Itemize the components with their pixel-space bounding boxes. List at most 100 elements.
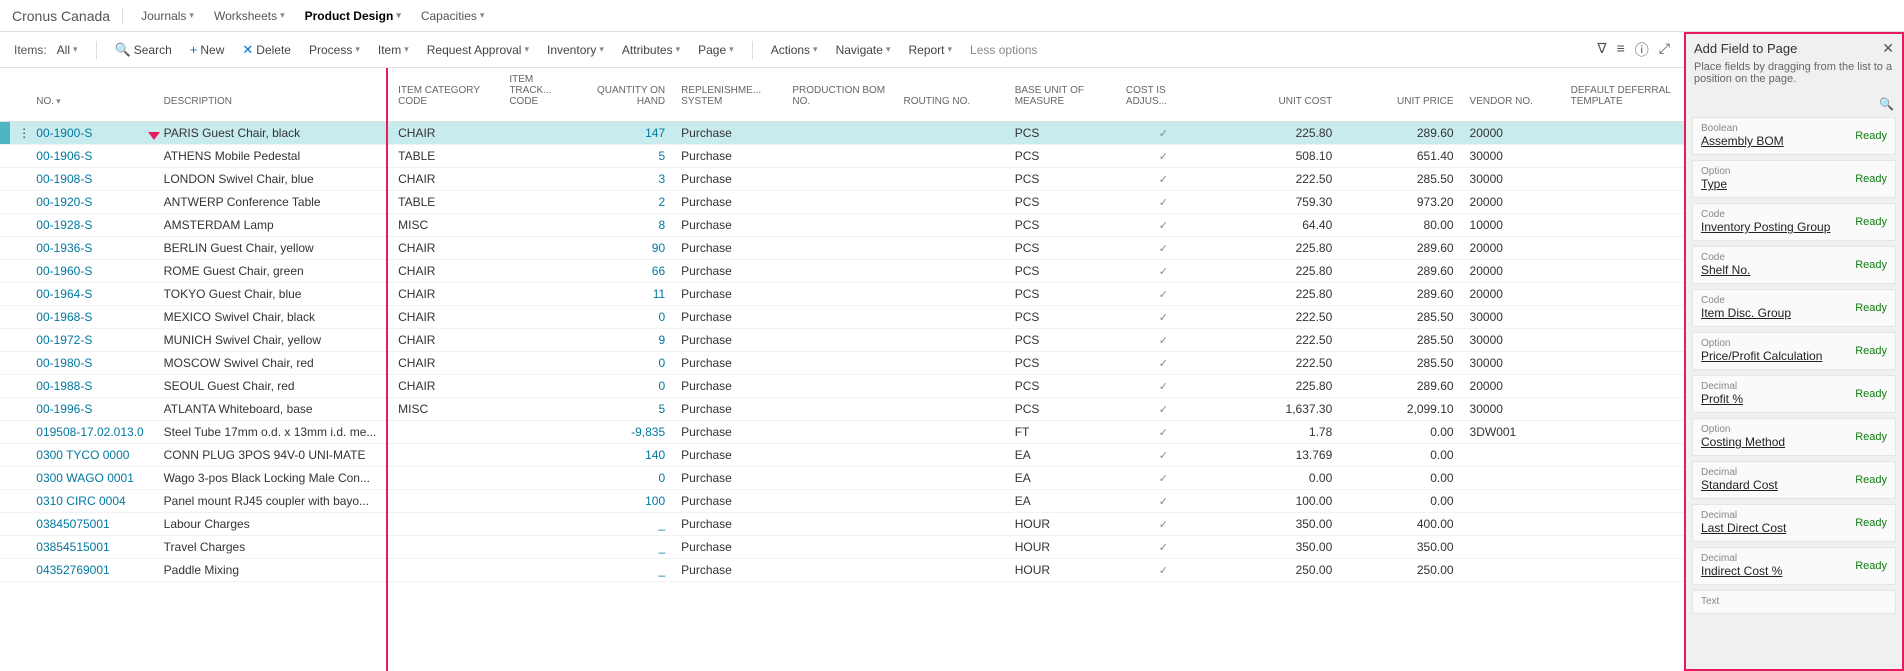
search-button[interactable]: 🔍Search [109, 38, 178, 62]
row-handle[interactable] [0, 237, 10, 260]
row-more-icon[interactable] [10, 214, 28, 237]
cell-no[interactable]: 00-1964-S [28, 283, 155, 306]
cell-no[interactable]: 00-1906-S [28, 145, 155, 168]
row-handle[interactable] [0, 329, 10, 352]
cell-no[interactable]: 0310 CIRC 0004 [28, 490, 155, 513]
col-vendor[interactable]: VENDOR NO. [1462, 68, 1563, 122]
row-handle[interactable] [0, 398, 10, 421]
row-more-icon[interactable] [10, 513, 28, 536]
cell-qty[interactable]: 0 [572, 306, 673, 329]
row-handle[interactable] [0, 444, 10, 467]
new-button[interactable]: +New [184, 38, 231, 61]
process-menu[interactable]: Process▾ [303, 39, 366, 61]
table-row[interactable]: 00-1980-SMOSCOW Swivel Chair, redCHAIR0P… [0, 352, 1684, 375]
list-icon[interactable]: ≡ [1617, 40, 1625, 60]
cell-no[interactable]: 00-1936-S [28, 237, 155, 260]
cell-no[interactable]: 00-1928-S [28, 214, 155, 237]
cell-qty[interactable]: 5 [572, 145, 673, 168]
cell-no[interactable]: 019508-17.02.013.0 [28, 421, 155, 444]
cell-no[interactable]: 03845075001 [28, 513, 155, 536]
row-handle[interactable] [0, 467, 10, 490]
filter-icon[interactable]: ∇ [1597, 40, 1606, 60]
row-handle[interactable] [0, 260, 10, 283]
cell-no[interactable]: 00-1960-S [28, 260, 155, 283]
col-item-category[interactable]: ITEM CATEGORY CODE [390, 68, 501, 122]
table-row[interactable]: 03845075001Labour Charges_PurchaseHOUR✓3… [0, 513, 1684, 536]
row-more-icon[interactable] [10, 260, 28, 283]
cell-qty[interactable]: 3 [572, 168, 673, 191]
field-card[interactable]: DecimalStandard CostReady [1692, 461, 1896, 499]
table-row[interactable]: 00-1936-SBERLIN Guest Chair, yellowCHAIR… [0, 237, 1684, 260]
col-prod-bom[interactable]: PRODUCTION BOM NO. [784, 68, 895, 122]
field-card[interactable]: OptionTypeReady [1692, 160, 1896, 198]
delete-button[interactable]: ✕Delete [236, 38, 297, 62]
cell-no[interactable]: 00-1968-S [28, 306, 155, 329]
less-options[interactable]: Less options [964, 39, 1043, 61]
cell-qty[interactable]: 9 [572, 329, 673, 352]
table-row[interactable]: 00-1972-SMUNICH Swivel Chair, yellowCHAI… [0, 329, 1684, 352]
row-handle[interactable] [0, 421, 10, 444]
report-menu[interactable]: Report▾ [902, 39, 958, 61]
search-icon[interactable]: 🔍 [1879, 97, 1894, 111]
cell-qty[interactable]: _ [572, 513, 673, 536]
row-more-icon[interactable] [10, 306, 28, 329]
field-card[interactable]: OptionCosting MethodReady [1692, 418, 1896, 456]
table-row[interactable]: 00-1906-SATHENS Mobile PedestalTABLE5Pur… [0, 145, 1684, 168]
col-deferral[interactable]: DEFAULT DEFERRAL TEMPLATE [1563, 68, 1684, 122]
row-more-icon[interactable] [10, 191, 28, 214]
field-card[interactable]: CodeInventory Posting GroupReady [1692, 203, 1896, 241]
cell-qty[interactable]: 2 [572, 191, 673, 214]
row-handle[interactable] [0, 122, 10, 145]
table-row[interactable]: 00-1988-SSEOUL Guest Chair, redCHAIR0Pur… [0, 375, 1684, 398]
field-card[interactable]: OptionPrice/Profit CalculationReady [1692, 332, 1896, 370]
cell-no[interactable]: 00-1900-S [28, 122, 155, 145]
row-handle[interactable] [0, 375, 10, 398]
row-handle[interactable] [0, 559, 10, 582]
row-handle[interactable] [0, 352, 10, 375]
request-approval-menu[interactable]: Request Approval▾ [421, 39, 535, 61]
col-unit-price[interactable]: UNIT PRICE [1340, 68, 1461, 122]
row-handle[interactable] [0, 191, 10, 214]
cell-qty[interactable]: 140 [572, 444, 673, 467]
table-row[interactable]: 019508-17.02.013.0Steel Tube 17mm o.d. x… [0, 421, 1684, 444]
col-routing[interactable]: ROUTING NO. [896, 68, 1007, 122]
cell-qty[interactable]: 8 [572, 214, 673, 237]
row-more-icon[interactable] [10, 559, 28, 582]
table-row[interactable]: 0300 WAGO 0001Wago 3-pos Black Locking M… [0, 467, 1684, 490]
field-card[interactable]: CodeShelf No.Ready [1692, 246, 1896, 284]
table-row[interactable]: 00-1996-SATLANTA Whiteboard, baseMISC5Pu… [0, 398, 1684, 421]
cell-no[interactable]: 00-1908-S [28, 168, 155, 191]
cell-no[interactable]: 04352769001 [28, 559, 155, 582]
row-handle[interactable] [0, 283, 10, 306]
row-more-icon[interactable] [10, 329, 28, 352]
row-handle[interactable] [0, 513, 10, 536]
row-more-icon[interactable] [10, 237, 28, 260]
table-row[interactable]: 00-1960-SROME Guest Chair, greenCHAIR66P… [0, 260, 1684, 283]
cell-qty[interactable]: 147 [572, 122, 673, 145]
cell-qty[interactable]: 100 [572, 490, 673, 513]
row-more-icon[interactable] [10, 283, 28, 306]
table-row[interactable]: 00-1968-SMEXICO Swivel Chair, blackCHAIR… [0, 306, 1684, 329]
table-row[interactable]: ⋮00-1900-SPARIS Guest Chair, blackCHAIR1… [0, 122, 1684, 145]
field-card[interactable]: CodeItem Disc. GroupReady [1692, 289, 1896, 327]
cell-qty[interactable]: -9,835 [572, 421, 673, 444]
field-card[interactable]: DecimalIndirect Cost %Ready [1692, 547, 1896, 585]
cell-qty[interactable]: 0 [572, 375, 673, 398]
table-row[interactable]: 00-1920-SANTWERP Conference TableTABLE2P… [0, 191, 1684, 214]
cell-qty[interactable]: _ [572, 536, 673, 559]
row-more-icon[interactable] [10, 536, 28, 559]
row-more-icon[interactable] [10, 467, 28, 490]
cell-no[interactable]: 00-1920-S [28, 191, 155, 214]
attributes-menu[interactable]: Attributes▾ [616, 39, 686, 61]
col-description[interactable]: DESCRIPTION [156, 68, 391, 122]
row-more-icon[interactable] [10, 444, 28, 467]
item-menu[interactable]: Item▾ [372, 39, 415, 61]
cell-qty[interactable]: 5 [572, 398, 673, 421]
col-item-track[interactable]: ITEM TRACK... CODE [501, 68, 572, 122]
col-unit-cost[interactable]: UNIT COST [1209, 68, 1340, 122]
cell-qty[interactable]: 66 [572, 260, 673, 283]
cell-no[interactable]: 00-1996-S [28, 398, 155, 421]
row-more-icon[interactable] [10, 490, 28, 513]
col-base-unit[interactable]: BASE UNIT OF MEASURE [1007, 68, 1118, 122]
inventory-menu[interactable]: Inventory▾ [541, 39, 610, 61]
